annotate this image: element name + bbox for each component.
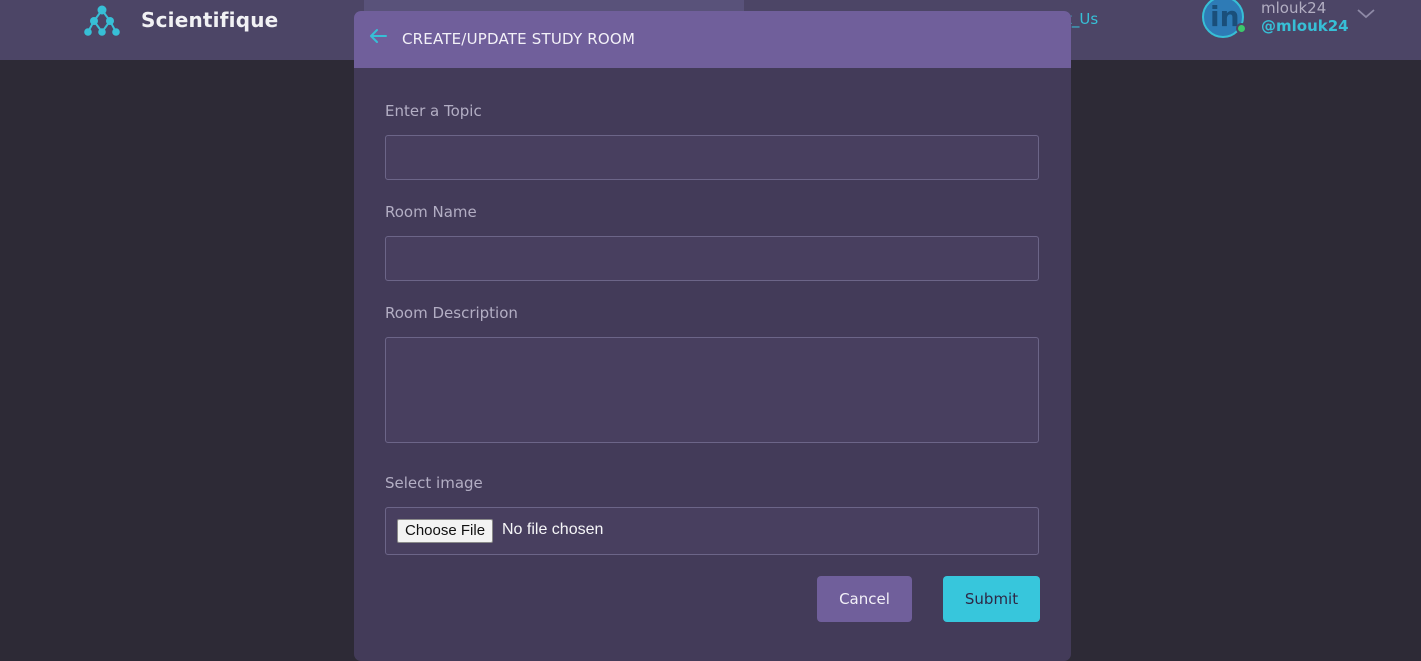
online-status-icon (1236, 23, 1247, 34)
room-description-textarea[interactable] (385, 337, 1039, 443)
choose-file-button[interactable]: Choose File (397, 519, 494, 543)
room-name-label: Room Name (385, 203, 477, 221)
cancel-button[interactable]: Cancel (817, 576, 912, 622)
submit-button[interactable]: Submit (943, 576, 1040, 622)
modal-header: CREATE/UPDATE STUDY ROOM (354, 11, 1071, 68)
image-file-input[interactable]: Choose File No file chosen (385, 507, 1039, 555)
room-description-label: Room Description (385, 304, 518, 322)
user-name: mlouk24 (1261, 0, 1327, 17)
brand-name[interactable]: Scientifique (141, 8, 278, 32)
room-name-input[interactable] (385, 236, 1039, 281)
arrow-left-icon[interactable] (368, 28, 388, 44)
user-handle[interactable]: @mlouk24 (1261, 17, 1349, 35)
topic-input[interactable] (385, 135, 1039, 180)
topic-label: Enter a Topic (385, 102, 482, 120)
select-image-label: Select image (385, 474, 483, 492)
network-logo-icon[interactable] (84, 4, 120, 38)
chevron-down-icon[interactable] (1356, 8, 1376, 20)
create-room-modal: CREATE/UPDATE STUDY ROOM Enter a Topic R… (354, 11, 1071, 661)
file-status-text: No file chosen (502, 521, 604, 538)
modal-title: CREATE/UPDATE STUDY ROOM (402, 30, 636, 48)
